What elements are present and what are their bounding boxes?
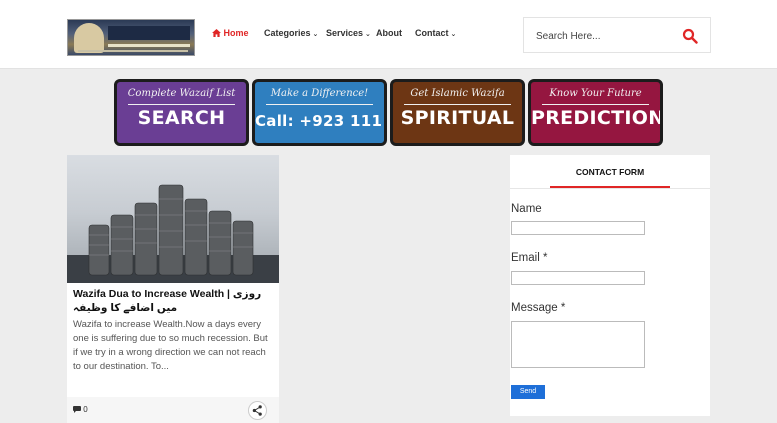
search-icon[interactable] (682, 28, 698, 44)
logo-line-2 (78, 50, 188, 52)
search-input[interactable] (536, 27, 676, 45)
nav-services[interactable]: Services ⌄ (326, 28, 371, 38)
search-box (523, 17, 711, 53)
chevron-down-icon: ⌄ (450, 31, 457, 38)
widget-title-underline (550, 186, 670, 188)
nav-home[interactable]: Home (212, 28, 249, 38)
home-icon (212, 29, 221, 37)
nav-contact[interactable]: Contact ⌄ (415, 28, 456, 38)
chevron-down-icon: ⌄ (312, 31, 319, 38)
post-excerpt: Wazifa to increase Wealth.Now a days eve… (73, 319, 268, 372)
logo-figure (74, 23, 104, 53)
email-label: Email * (511, 252, 548, 264)
banner-call-tagline: Make a Difference! (270, 88, 369, 99)
message-field[interactable] (511, 321, 645, 368)
comment-icon (73, 406, 81, 413)
post-footer: 0 (67, 397, 279, 423)
post-thumbnail[interactable] (67, 155, 279, 283)
banner-rule (266, 104, 373, 105)
comment-count-value: 0 (83, 405, 88, 414)
nav-home-label: Home (223, 28, 249, 38)
banner-spiritual-title: SPIRITUAL (400, 107, 515, 129)
banner-call[interactable]: Make a Difference! Call: +923 111 021 06… (252, 79, 387, 146)
email-field[interactable] (511, 271, 645, 285)
banner-rule (542, 104, 649, 105)
banner-prediction[interactable]: Know Your Future PREDICTION (528, 79, 663, 146)
banner-search-title: SEARCH (137, 107, 226, 129)
nav-contact-label: Contact (415, 28, 449, 38)
name-field[interactable] (511, 221, 645, 235)
site-logo[interactable] (67, 19, 195, 56)
nav-categories[interactable]: Categories ⌄ (264, 28, 318, 38)
nav-about[interactable]: About (376, 28, 402, 38)
nav-about-label: About (376, 28, 402, 38)
banner-prediction-tagline: Know Your Future (549, 88, 642, 99)
contact-form-widget: CONTACT FORM Name Email * Message * Send (510, 155, 710, 416)
banner-rule (404, 104, 511, 105)
post-title[interactable]: Wazifa Dua to Increase Wealth | روزی میں… (73, 287, 273, 315)
share-icon[interactable] (248, 401, 267, 420)
coin-stacks-image (67, 184, 279, 283)
send-button[interactable]: Send (511, 385, 545, 399)
widget-title: CONTACT FORM (575, 167, 645, 177)
nav-categories-label: Categories (264, 28, 311, 38)
post-card: Wazifa Dua to Increase Wealth | روزی میں… (67, 155, 279, 423)
comment-count[interactable]: 0 (73, 405, 88, 414)
logo-line (108, 44, 190, 47)
widget-header: CONTACT FORM (510, 155, 710, 189)
banner-search-tagline: Complete Wazaif List (127, 88, 236, 99)
message-label: Message * (511, 302, 566, 314)
banner-rule (128, 104, 235, 105)
site-header: Home Categories ⌄ Services ⌄ About Contact… (0, 0, 777, 69)
chevron-down-icon: ⌄ (365, 31, 371, 38)
banner-spiritual[interactable]: Get Islamic Wazifa SPIRITUAL (390, 79, 525, 146)
logo-band (108, 26, 190, 40)
banner-call-phone: Call: +923 111 021 061 (255, 112, 384, 130)
banner-search[interactable]: Complete Wazaif List SEARCH (114, 79, 249, 146)
banner-prediction-title: PREDICTION (531, 107, 663, 129)
name-label: Name (511, 203, 542, 215)
banner-spiritual-tagline: Get Islamic Wazifa (410, 88, 505, 99)
nav-services-label: Services (326, 28, 364, 38)
